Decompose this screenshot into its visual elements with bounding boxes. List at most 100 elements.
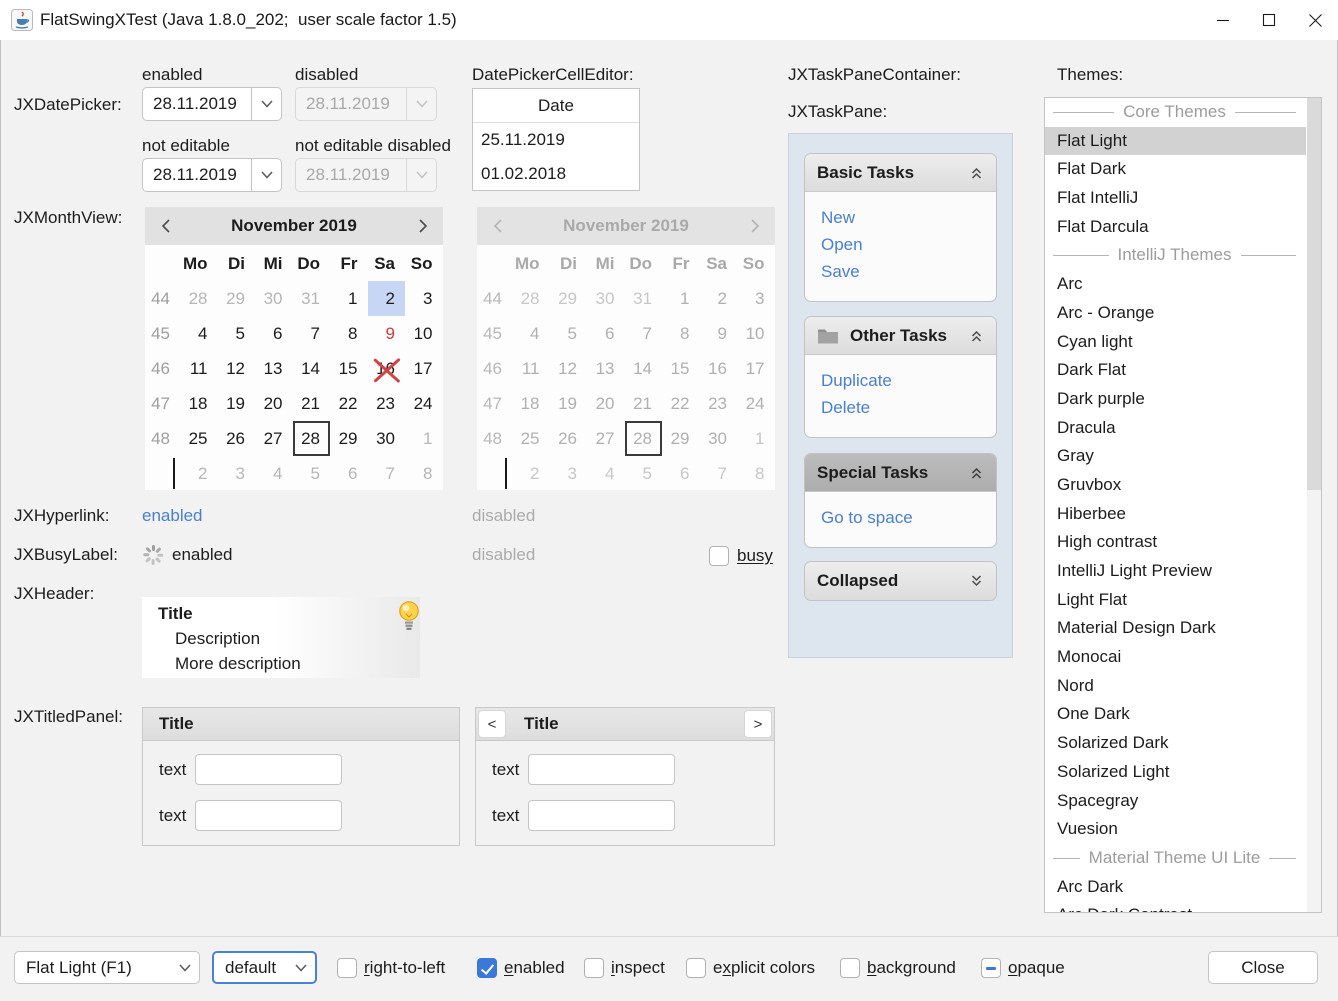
day-cell[interactable]: 2 <box>180 456 218 491</box>
theme-item[interactable]: Arc Dark Contrast <box>1045 901 1306 913</box>
day-cell[interactable]: 26 <box>218 421 256 456</box>
theme-item[interactable]: Dark Flat <box>1045 356 1306 385</box>
background-checkbox-label[interactable]: background <box>867 958 956 978</box>
mode-combobox[interactable]: default <box>212 951 317 984</box>
theme-item[interactable]: Material Design Dark <box>1045 614 1306 643</box>
day-cell[interactable]: 5 <box>218 316 256 351</box>
day-cell[interactable]: 7 <box>293 316 331 351</box>
day-cell[interactable]: 12 <box>218 351 256 386</box>
enabled-checkbox-label[interactable]: enabled <box>504 958 565 978</box>
day-cell[interactable]: 20 <box>255 386 293 421</box>
task-link[interactable]: New <box>821 204 996 231</box>
day-cell[interactable]: 4 <box>255 456 293 491</box>
datepicker-dropdown-button[interactable] <box>251 88 281 120</box>
day-cell[interactable]: 29 <box>218 281 256 316</box>
theme-item[interactable]: Vuesion <box>1045 815 1306 844</box>
text-input[interactable] <box>528 754 675 785</box>
day-cell[interactable]: 21 <box>293 386 331 421</box>
themes-scrollbar-thumb[interactable] <box>1307 98 1321 490</box>
theme-item[interactable]: Arc - Orange <box>1045 299 1306 328</box>
theme-item[interactable]: High contrast <box>1045 528 1306 557</box>
task-link[interactable]: Open <box>821 231 996 258</box>
day-cell[interactable]: 13 <box>255 351 293 386</box>
task-link[interactable]: Save <box>821 258 996 285</box>
opaque-checkbox-label[interactable]: opaque <box>1008 958 1065 978</box>
day-cell[interactable]: 7 <box>368 456 406 491</box>
theme-item[interactable]: Flat IntelliJ <box>1045 184 1306 213</box>
opaque-checkbox[interactable] <box>981 958 1001 978</box>
theme-item[interactable]: Spacegray <box>1045 787 1306 816</box>
taskpane-header[interactable]: Basic Tasks <box>805 154 996 192</box>
minimize-button[interactable] <box>1200 0 1246 40</box>
day-cell[interactable]: 3 <box>405 281 443 316</box>
task-link[interactable]: Duplicate <box>821 367 996 394</box>
theme-item[interactable]: Flat Dark <box>1045 155 1306 184</box>
theme-item[interactable]: Flat Darcula <box>1045 213 1306 242</box>
day-cell[interactable]: 10 <box>405 316 443 351</box>
close-dialog-button[interactable]: Close <box>1208 951 1318 984</box>
theme-item[interactable]: Arc <box>1045 270 1306 299</box>
day-cell[interactable]: 24 <box>405 386 443 421</box>
datepicker-value[interactable]: 28.11.2019 <box>143 159 251 191</box>
table-row[interactable]: 01.02.2018 <box>473 157 639 191</box>
inspect-checkbox[interactable] <box>584 958 604 978</box>
day-cell[interactable]: 8 <box>405 456 443 491</box>
day-cell[interactable]: 15 <box>330 351 368 386</box>
day-cell[interactable]: 23 <box>368 386 406 421</box>
busy-checkbox-label[interactable]: busy <box>737 546 773 566</box>
taskpane-header[interactable]: Other Tasks <box>805 317 996 355</box>
day-cell[interactable]: 31 <box>293 281 331 316</box>
day-cell[interactable]: 11 <box>180 351 218 386</box>
day-cell[interactable]: 4 <box>180 316 218 351</box>
day-cell[interactable]: 1 <box>405 421 443 456</box>
day-cell[interactable]: 14 <box>293 351 331 386</box>
explicit-colors-checkbox-label[interactable]: explicit colors <box>713 958 815 978</box>
background-checkbox[interactable] <box>840 958 860 978</box>
theme-item[interactable]: Arc Dark <box>1045 873 1306 902</box>
right-to-left-checkbox-label[interactable]: right-to-left <box>364 958 445 978</box>
text-input[interactable] <box>195 754 342 785</box>
task-link[interactable]: Delete <box>821 394 996 421</box>
prev-month-button[interactable] <box>145 218 185 234</box>
theme-item[interactable]: Solarized Light <box>1045 758 1306 787</box>
day-cell[interactable]: 27 <box>255 421 293 456</box>
day-cell[interactable]: 16 <box>368 351 406 386</box>
enabled-checkbox[interactable] <box>477 958 497 978</box>
day-cell[interactable]: 30 <box>368 421 406 456</box>
theme-item[interactable]: Dracula <box>1045 414 1306 443</box>
datepicker-dropdown-button[interactable] <box>251 159 281 191</box>
text-input[interactable] <box>528 800 675 831</box>
datepicker-enabled[interactable]: 28.11.2019 <box>142 87 282 121</box>
right-to-left-checkbox[interactable] <box>337 958 357 978</box>
taskpane-header[interactable]: Special Tasks <box>805 454 996 492</box>
theme-item[interactable]: Cyan light <box>1045 328 1306 357</box>
day-cell[interactable]: 5 <box>293 456 331 491</box>
explicit-colors-checkbox[interactable] <box>686 958 706 978</box>
theme-item[interactable]: Monocai <box>1045 643 1306 672</box>
theme-item[interactable]: Light Flat <box>1045 586 1306 615</box>
theme-item[interactable]: Hiberbee <box>1045 500 1306 529</box>
day-cell[interactable]: 2 <box>368 281 406 316</box>
inspect-checkbox-label[interactable]: inspect <box>611 958 665 978</box>
day-cell[interactable]: 9 <box>368 316 406 351</box>
day-cell[interactable]: 25 <box>180 421 218 456</box>
maximize-button[interactable] <box>1246 0 1292 40</box>
day-cell[interactable]: 8 <box>330 316 368 351</box>
day-cell[interactable]: 19 <box>218 386 256 421</box>
day-cell[interactable]: 3 <box>218 456 256 491</box>
day-cell[interactable]: 6 <box>330 456 368 491</box>
titled-panel-prev-button[interactable]: < <box>478 710 506 738</box>
theme-item[interactable]: Dark purple <box>1045 385 1306 414</box>
close-button[interactable] <box>1292 0 1338 40</box>
datepicker-value[interactable]: 28.11.2019 <box>143 88 251 120</box>
theme-item[interactable]: Nord <box>1045 672 1306 701</box>
day-cell[interactable]: 28 <box>293 421 331 456</box>
table-column-header[interactable]: Date <box>473 89 639 123</box>
taskpane-header[interactable]: Collapsed <box>805 562 996 600</box>
theme-item[interactable]: One Dark <box>1045 700 1306 729</box>
task-link[interactable]: Go to space <box>821 504 996 531</box>
day-cell[interactable]: 28 <box>180 281 218 316</box>
day-cell[interactable]: 1 <box>330 281 368 316</box>
theme-combobox[interactable]: Flat Light (F1) <box>14 951 200 984</box>
next-month-button[interactable] <box>403 218 443 234</box>
